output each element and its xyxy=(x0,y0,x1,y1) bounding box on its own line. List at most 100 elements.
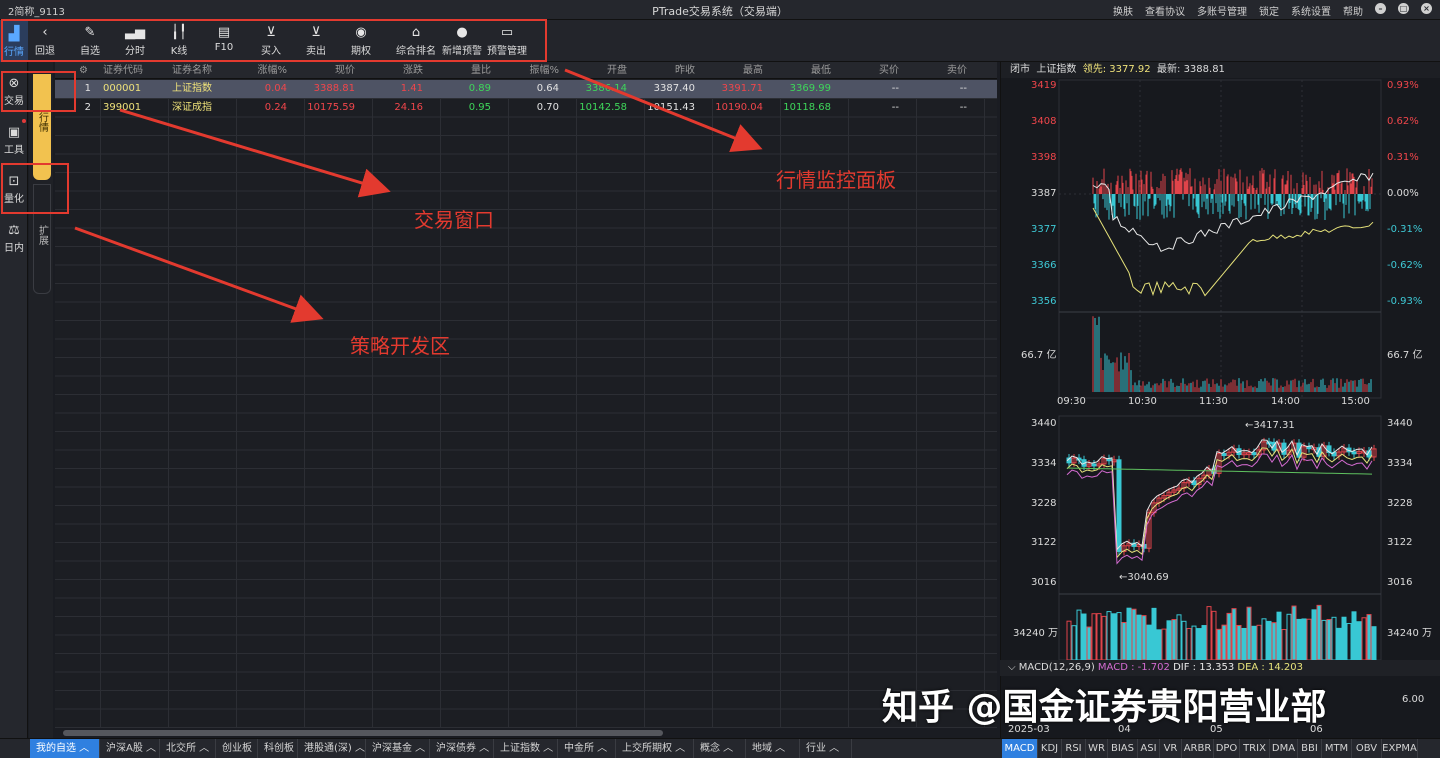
indicator-tab-expma[interactable]: EXPMA xyxy=(1382,739,1418,758)
indicator-tab-obv[interactable]: OBV xyxy=(1352,739,1382,758)
indicator-tab-kdj[interactable]: KDJ xyxy=(1038,739,1062,758)
tab-chinext[interactable]: 创业板 xyxy=(216,739,258,758)
kline-y-label: 3440 xyxy=(1387,418,1413,429)
candle xyxy=(1281,439,1287,459)
indicator-tab-macd[interactable]: MACD xyxy=(1002,739,1038,758)
kline-volume-bar xyxy=(1231,608,1237,661)
tab-concept[interactable]: 概念 ︿ xyxy=(694,739,746,758)
indicator-tab-dma[interactable]: DMA xyxy=(1270,739,1298,758)
indicator-tab-vr[interactable]: VR xyxy=(1160,739,1182,758)
col-header-change-pct[interactable]: 涨幅% xyxy=(235,62,287,79)
time-label: 15:00 xyxy=(1341,396,1370,407)
tab-sse-options[interactable]: 上交所期权 ︿ xyxy=(616,739,694,758)
col-header-price[interactable]: 现价 xyxy=(295,62,355,79)
scale-icon: ⚖ xyxy=(8,223,20,238)
sidebar-item-tools[interactable]: ▣ 工具 xyxy=(0,125,28,156)
table-row[interactable]: 2 399001 深证成指 0.24 10175.59 24.16 0.95 0… xyxy=(55,99,997,117)
kline-volume-bar xyxy=(1301,618,1307,661)
candle xyxy=(1116,455,1122,556)
market-category-tabs: 我的自选 ︿ 沪深A股 ︿ 北交所 ︿ 创业板 科创板 港股通(深) ︿ 沪深基… xyxy=(0,738,1000,758)
tab-region[interactable]: 地域 ︿ xyxy=(746,739,800,758)
y-label-pct: 0.93% xyxy=(1387,80,1419,91)
indicator-tab-bbi[interactable]: BBI xyxy=(1298,739,1322,758)
tab-hk-connect-sz[interactable]: 港股通(深) ︿ xyxy=(298,739,366,758)
kline-y-label: 3228 xyxy=(1387,498,1413,509)
col-header-code[interactable]: 证券代码 xyxy=(103,62,163,79)
y-label-pct: -0.93% xyxy=(1387,296,1423,307)
chart-panel: 闭市 上证指数 领先: 3377.92 最新: 3388.81 3419 340… xyxy=(1000,62,1440,738)
tab-bse[interactable]: 北交所 ︿ xyxy=(160,739,216,758)
col-header-prev-close[interactable]: 昨收 xyxy=(637,62,695,79)
col-header-low[interactable]: 最低 xyxy=(773,62,831,79)
indicator-tab-asi[interactable]: ASI xyxy=(1138,739,1160,758)
help-button[interactable]: 帮助 xyxy=(1343,3,1363,18)
sidebar-item-intraday[interactable]: ⚖ 日内 xyxy=(0,223,28,254)
system-settings-button[interactable]: 系统设置 xyxy=(1291,3,1331,18)
close-icon[interactable]: × xyxy=(1421,3,1432,14)
y-label-pct: -0.62% xyxy=(1387,260,1423,271)
kline-volume-bar xyxy=(1361,617,1367,661)
indicator-tab-mtm[interactable]: MTM xyxy=(1322,739,1352,758)
tab-my-watchlist[interactable]: 我的自选 ︿ xyxy=(30,739,100,758)
scrollbar-thumb[interactable] xyxy=(63,730,663,736)
kline-volume-label: 34240 万 xyxy=(1387,628,1432,639)
tab-cffex[interactable]: 中金所 ︿ xyxy=(558,739,616,758)
tab-hs-a-shares[interactable]: 沪深A股 ︿ xyxy=(100,739,160,758)
tab-hs-funds[interactable]: 沪深基金 ︿ xyxy=(366,739,430,758)
y-label: 3377 xyxy=(1031,224,1057,235)
restore-icon[interactable]: □ xyxy=(1398,3,1409,14)
kline-volume-bar xyxy=(1141,615,1147,661)
y-label-pct: 0.31% xyxy=(1387,152,1419,163)
skin-button[interactable]: 换肤 xyxy=(1113,3,1133,18)
tab-hs-bonds[interactable]: 沪深债券 ︿ xyxy=(430,739,494,758)
kline-volume-bar xyxy=(1101,615,1107,661)
annotation-trade-box xyxy=(1,71,76,112)
kline-volume-bar xyxy=(1081,613,1087,661)
kline-volume-bar xyxy=(1366,614,1372,661)
chart-canvas[interactable] xyxy=(1001,78,1440,678)
volume-scale-label: 66.7 亿 xyxy=(1021,350,1057,361)
macd-y-label: 6.00 xyxy=(1402,694,1425,705)
kline-volume-bar xyxy=(1116,612,1122,661)
col-header-ask[interactable]: 卖价 xyxy=(909,62,967,79)
tab-star-market[interactable]: 科创板 xyxy=(258,739,298,758)
indicator-tab-wr[interactable]: WR xyxy=(1086,739,1108,758)
view-agreement-button[interactable]: 查看协议 xyxy=(1145,3,1185,18)
col-header-vol-ratio[interactable]: 量比 xyxy=(435,62,491,79)
kline-volume-bar xyxy=(1336,627,1342,661)
indicator-tab-bias[interactable]: BIAS xyxy=(1108,739,1138,758)
lock-button[interactable]: 锁定 xyxy=(1259,3,1279,18)
y-label: 3356 xyxy=(1031,296,1057,307)
tab-industry[interactable]: 行业 ︿ xyxy=(800,739,852,758)
indicator-tab-dpo[interactable]: DPO xyxy=(1214,739,1240,758)
multi-account-button[interactable]: 多账号管理 xyxy=(1197,3,1247,18)
col-header-open[interactable]: 开盘 xyxy=(569,62,627,79)
kline-volume-bar xyxy=(1096,613,1102,661)
col-header-amplitude[interactable]: 振幅% xyxy=(501,62,559,79)
macd-indicator-bar: ⌵ MACD(12,26,9) MACD : -1.702 DIF : 13.3… xyxy=(1000,660,1440,676)
col-header-name[interactable]: 证券名称 xyxy=(172,62,232,79)
col-header-high[interactable]: 最高 xyxy=(705,62,763,79)
indicator-tab-rsi[interactable]: RSI xyxy=(1062,739,1086,758)
tab-sse-index[interactable]: 上证指数 ︿ xyxy=(494,739,558,758)
collapse-chevron-icon[interactable]: ⌵ xyxy=(1008,662,1016,673)
indicator-tab-arbr[interactable]: ARBR xyxy=(1182,739,1214,758)
kline-volume-bar xyxy=(1331,616,1337,661)
kline-y-label: 3122 xyxy=(1387,537,1413,548)
minimize-icon[interactable]: – xyxy=(1375,3,1386,14)
table-row[interactable]: 1 000001 上证指数 0.04 3388.81 1.41 0.89 0.6… xyxy=(55,80,997,98)
kline-high-marker: ←3417.31 xyxy=(1245,420,1295,431)
y-label: 3366 xyxy=(1031,260,1057,271)
candle xyxy=(1246,448,1252,459)
settings-gear-icon[interactable]: ⚙ xyxy=(79,62,99,79)
col-header-bid[interactable]: 买价 xyxy=(841,62,899,79)
kline-volume-bar xyxy=(1176,614,1182,661)
dif-value: DIF : 13.353 xyxy=(1173,662,1235,673)
candle xyxy=(1126,539,1132,550)
chart-header: 闭市 上证指数 领先: 3377.92 最新: 3388.81 xyxy=(1001,62,1440,78)
kline-volume-bar xyxy=(1191,625,1197,661)
indicator-tab-trix[interactable]: TRIX xyxy=(1240,739,1270,758)
horizontal-scrollbar[interactable] xyxy=(55,728,997,738)
col-header-change[interactable]: 涨跌 xyxy=(365,62,423,79)
kline-volume-bar xyxy=(1086,626,1092,661)
